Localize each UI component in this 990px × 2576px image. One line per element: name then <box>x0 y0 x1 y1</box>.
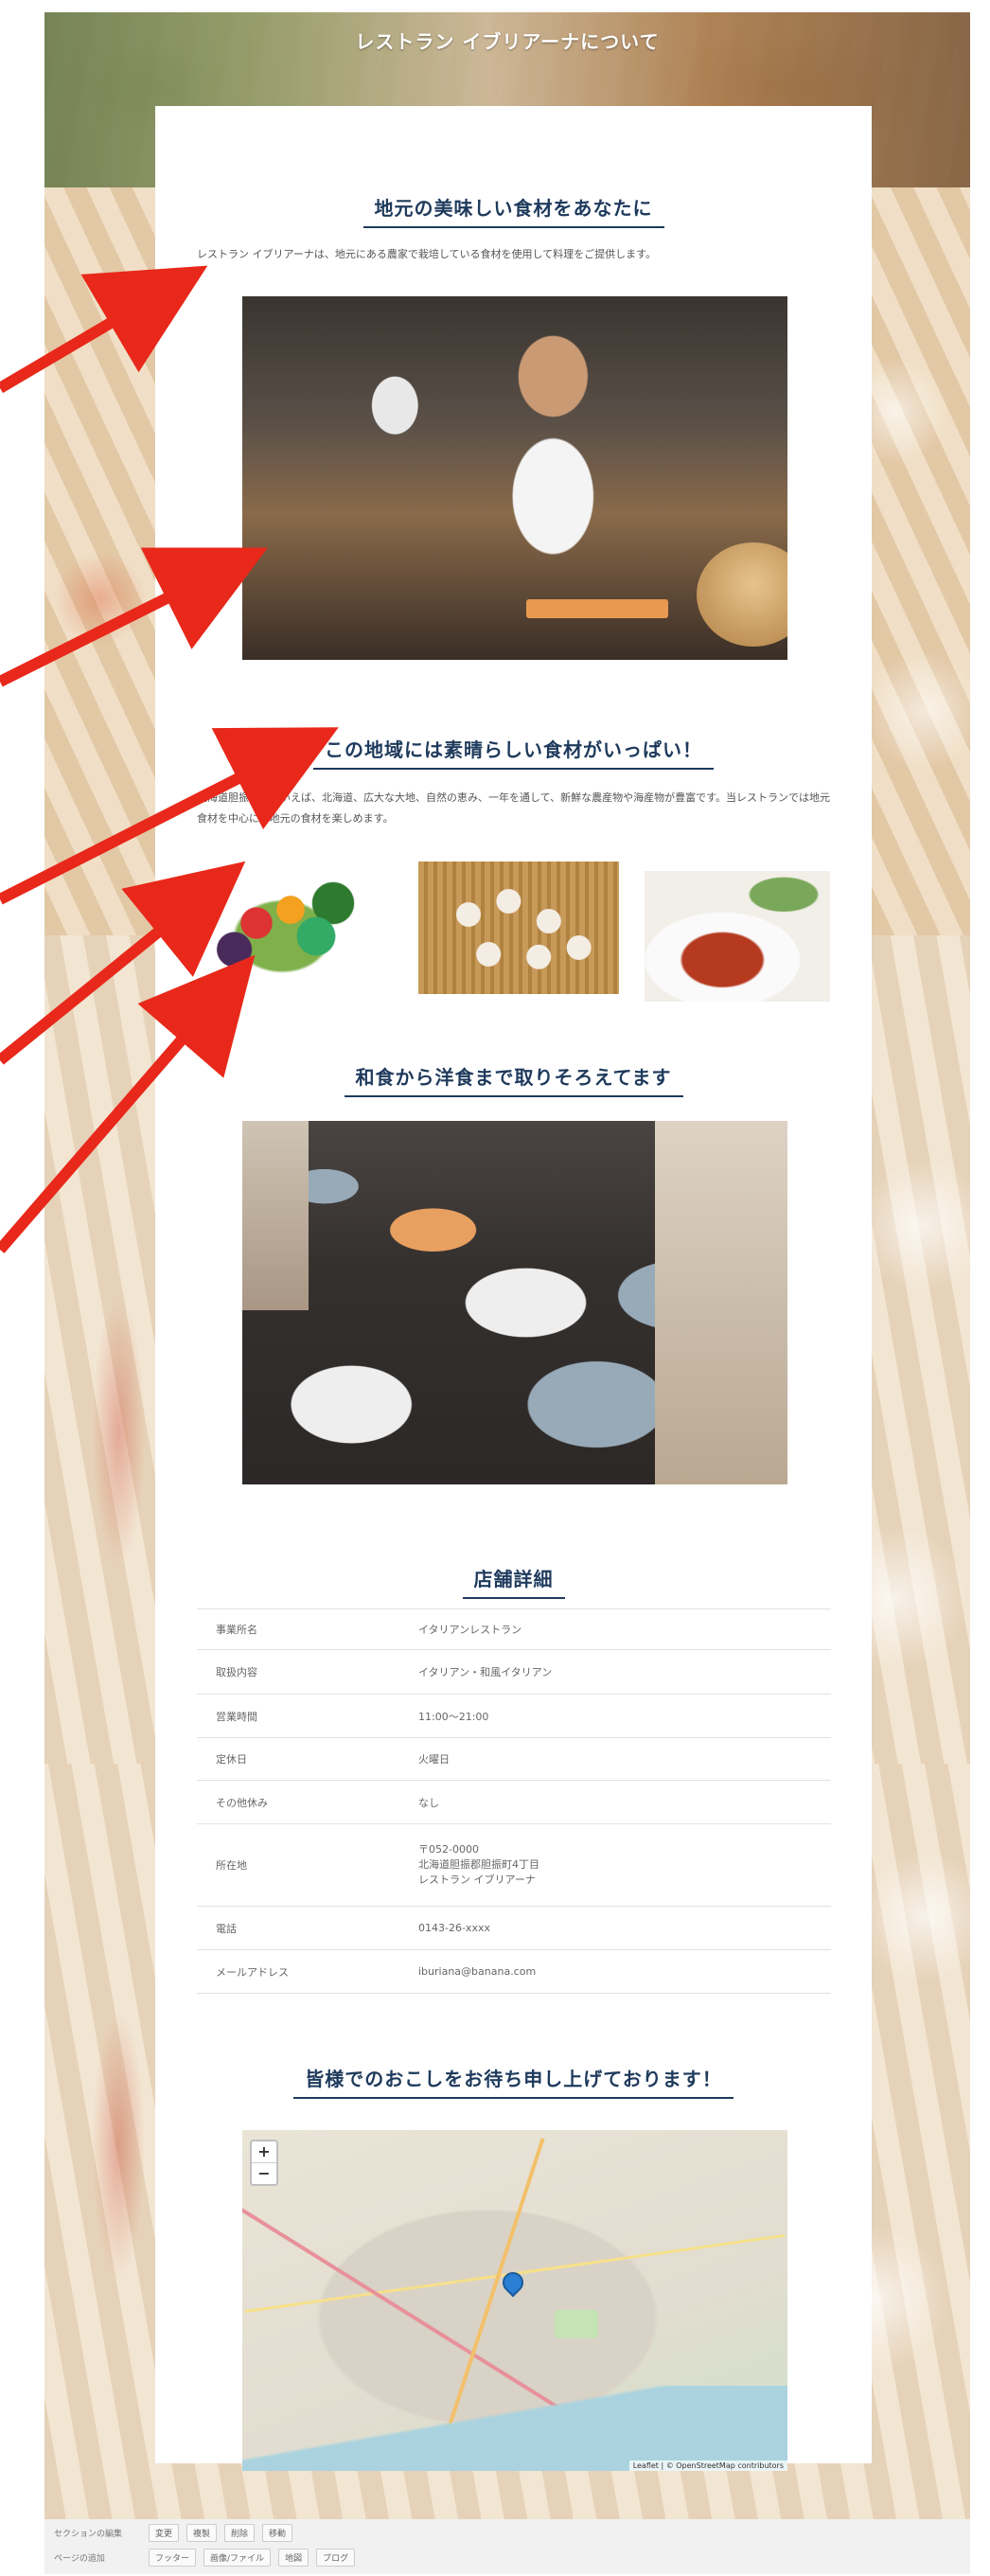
row-label: 事業所名 <box>216 1624 257 1636</box>
table-row: 営業時間 11:00～21:00 <box>197 1695 831 1738</box>
admin-blog-button[interactable]: ブログ <box>316 2548 356 2567</box>
row-label: その他休み <box>216 1796 268 1809</box>
map-attribution[interactable]: Leaflet | © OpenStreetMap contributors <box>628 2461 787 2471</box>
row-value: 11:00～21:00 <box>418 1710 489 1723</box>
section-heading-regional-ingredients: この地域には素晴らしい食材がいっぱい！ <box>155 735 872 770</box>
row-label: 営業時間 <box>216 1710 257 1723</box>
address-street: 北海道胆振郡胆振町4丁目 <box>418 1858 539 1871</box>
zoom-in-button[interactable]: + <box>252 2141 276 2163</box>
row-value: 0143-26-xxxx <box>418 1922 490 1934</box>
row-value: イタリアン・和風イタリアン <box>418 1666 553 1679</box>
table-row: 取扱内容 イタリアン・和風イタリアン <box>197 1650 831 1695</box>
zoom-out-button[interactable]: − <box>252 2163 276 2184</box>
row-value: イタリアンレストラン <box>418 1624 522 1636</box>
dish-photo <box>645 871 830 1002</box>
admin-row-label: ページの追加 <box>54 2553 105 2564</box>
row-value: iburiana@banana.com <box>418 1965 537 1978</box>
admin-row-label: セクションの編集 <box>54 2529 123 2539</box>
store-details-table: 事業所名 イタリアンレストラン 取扱内容 イタリアン・和風イタリアン 営業時間 … <box>197 1608 831 1994</box>
row-value: 火曜日 <box>418 1753 450 1766</box>
admin-change-button[interactable]: 変更 <box>149 2523 180 2542</box>
content-card: 地元の美味しい食材をあなたに レストラン イブリアーナは、地元にある農家で栽培し… <box>155 106 872 2471</box>
section-text-regional-ingredients: 北海道胆振地域といえば、北海道、広大な大地、自然の恵み、一年を通して、新鮮な農産… <box>197 791 831 825</box>
admin-delete-button[interactable]: 削除 <box>224 2523 256 2542</box>
dining-table-photo <box>242 1121 787 1484</box>
address-postal: 〒052-0000 <box>418 1843 479 1856</box>
page-title: レストラン イブリアーナについて <box>355 30 660 53</box>
map-park <box>555 2310 598 2338</box>
section-heading-local-ingredients: 地元の美味しい食材をあなたに <box>155 193 872 228</box>
admin-duplicate-button[interactable]: 複製 <box>186 2523 218 2542</box>
wooden-bowl-shape <box>697 542 787 647</box>
section-text-local-ingredients: レストラン イブリアーナは、地元にある農家で栽培している食材を使用して料理をご提… <box>197 248 657 260</box>
row-label: 取扱内容 <box>216 1666 257 1679</box>
row-label: 電話 <box>216 1922 237 1935</box>
table-row: 電話 0143-26-xxxx <box>197 1907 831 1950</box>
row-label: 定休日 <box>216 1753 247 1766</box>
section-heading-cuisine: 和食から洋食まで取りそろえてます <box>155 1062 872 1097</box>
admin-row-edit: セクションの編集 変更 複製 削除 移動 <box>54 2523 293 2542</box>
sushi-tray-shape <box>526 599 668 618</box>
table-row: メールアドレス iburiana@banana.com <box>197 1950 831 1994</box>
row-value: なし <box>418 1796 439 1809</box>
vegetables-photo <box>197 863 367 996</box>
location-map[interactable]: + − Leaflet | © OpenStreetMap contributo… <box>242 2130 787 2471</box>
scallops-photo <box>418 862 619 994</box>
admin-image-button[interactable]: 画像/ファイル <box>203 2548 272 2567</box>
wall-shape <box>655 1121 787 1484</box>
section-heading-welcome: 皆様でのおこしをお待ち申し上げております！ <box>155 2064 872 2099</box>
table-row: 事業所名 イタリアンレストラン <box>197 1608 831 1650</box>
table-row: その他休み なし <box>197 1781 831 1824</box>
admin-map-button[interactable]: 地図 <box>278 2548 309 2567</box>
chef-photo <box>242 296 787 660</box>
section-heading-store-details: 店舗詳細 <box>155 1564 872 1599</box>
admin-move-button[interactable]: 移動 <box>262 2523 293 2542</box>
row-label: メールアドレス <box>216 1965 289 1979</box>
row-value: 〒052-0000 北海道胆振郡胆振町4丁目 レストラン イブリアーナ <box>418 1824 831 1907</box>
wall-shape-left <box>242 1121 309 1310</box>
admin-toolbar: セクションの編集 変更 複製 削除 移動 ページの追加 フッター 画像/ファイル… <box>44 2519 970 2574</box>
map-sea <box>242 2386 787 2471</box>
table-row: 所在地 〒052-0000 北海道胆振郡胆振町4丁目 レストラン イブリアーナ <box>197 1824 831 1907</box>
admin-footer-button[interactable]: フッター <box>149 2548 197 2567</box>
address-name: レストラン イブリアーナ <box>418 1874 536 1886</box>
map-zoom-control: + − <box>250 2140 278 2186</box>
table-row: 定休日 火曜日 <box>197 1738 831 1781</box>
admin-row-add: ページの追加 フッター 画像/ファイル 地図 ブログ <box>54 2548 356 2567</box>
row-label: 所在地 <box>216 1859 247 1872</box>
